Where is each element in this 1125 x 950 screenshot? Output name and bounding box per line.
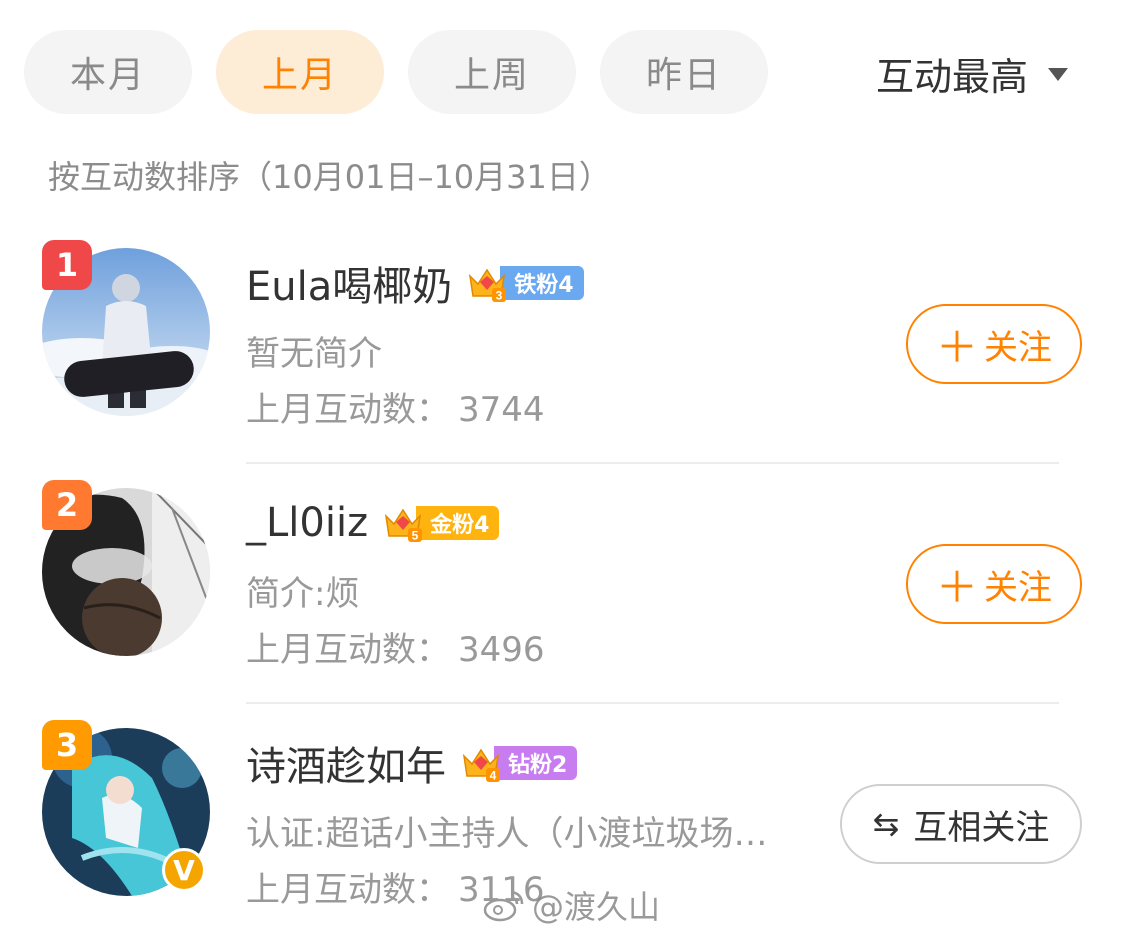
- interaction-count-label: 上月互动数：: [246, 390, 450, 430]
- user-name[interactable]: _Ll0iiz: [246, 500, 368, 546]
- user-bio: 认证:超话小主持人（小渡垃圾场…: [246, 814, 768, 854]
- crown-icon: 3: [469, 268, 507, 303]
- verified-icon: V: [162, 848, 206, 892]
- interaction-count-label: 上月互动数：: [246, 870, 450, 910]
- fan-level-badge[interactable]: 4 钻粉2: [460, 742, 578, 784]
- tab-this-month[interactable]: 本月: [24, 30, 192, 114]
- fan-level-label: 金粉4: [416, 506, 500, 540]
- follow-button[interactable]: ＋ 关注: [906, 544, 1082, 624]
- crown-icon: 5: [384, 508, 423, 543]
- tab-last-month[interactable]: 上月: [216, 30, 384, 114]
- interaction-count-value: 3496: [458, 630, 545, 670]
- sort-dropdown[interactable]: 互动最高: [876, 46, 1069, 100]
- svg-text:3: 3: [496, 289, 503, 303]
- tab-last-week[interactable]: 上周: [408, 30, 576, 114]
- user-name[interactable]: 诗酒趁如年: [246, 734, 446, 792]
- divider: [246, 462, 1059, 464]
- mutual-follow-button[interactable]: ⇆ 互相关注: [840, 784, 1082, 864]
- fan-level-label: 钻粉2: [494, 746, 578, 780]
- user-name[interactable]: Eula喝椰奶: [246, 254, 452, 312]
- follow-button-label: 互相关注: [913, 807, 1050, 848]
- swap-arrows-icon: ⇆: [872, 805, 900, 843]
- user-bio: 简介:烦: [246, 574, 360, 614]
- crown-icon: 4: [462, 748, 500, 783]
- follow-button-label: 关注: [984, 567, 1052, 608]
- interaction-count-value: 3744: [458, 390, 545, 430]
- watermark-text: @渡久山: [532, 888, 661, 926]
- interaction-count-label: 上月互动数：: [246, 630, 450, 670]
- sort-description: 按互动数排序（10月01日–10月31日）: [48, 158, 611, 196]
- interaction-count: 上月互动数： 3496: [246, 622, 545, 671]
- caret-down-icon: [1048, 67, 1069, 81]
- follow-button[interactable]: ＋ 关注: [906, 304, 1082, 384]
- fan-level-badge[interactable]: 3 铁粉4: [466, 262, 584, 304]
- follow-button-label: 关注: [984, 327, 1052, 368]
- fan-level-badge[interactable]: 5 金粉4: [382, 502, 500, 544]
- list-item[interactable]: 1 Eula喝椰奶 3 铁粉4 暂无简介 上月互动数： 3744 ＋ 关注: [0, 230, 1125, 470]
- plus-icon: ＋: [935, 562, 978, 612]
- weibo-logo-icon: [483, 890, 524, 922]
- watermark: @渡久山: [482, 882, 660, 928]
- list-item[interactable]: 2 _Ll0iiz 5 金粉4 简介:烦 上月互动数： 3496 ＋ 关注: [0, 470, 1125, 710]
- svg-text:4: 4: [490, 769, 497, 783]
- rank-badge: 1: [42, 240, 92, 290]
- tab-yesterday[interactable]: 昨日: [600, 30, 768, 114]
- plus-icon: ＋: [935, 322, 978, 372]
- rank-badge: 2: [42, 480, 92, 530]
- fan-level-label: 铁粉4: [500, 266, 584, 300]
- interaction-count: 上月互动数： 3744: [246, 382, 545, 431]
- sort-label: 互动最高: [876, 54, 1029, 99]
- divider: [246, 702, 1059, 704]
- rank-badge: 3: [42, 720, 92, 770]
- svg-text:5: 5: [412, 529, 419, 543]
- user-bio: 暂无简介: [246, 334, 382, 374]
